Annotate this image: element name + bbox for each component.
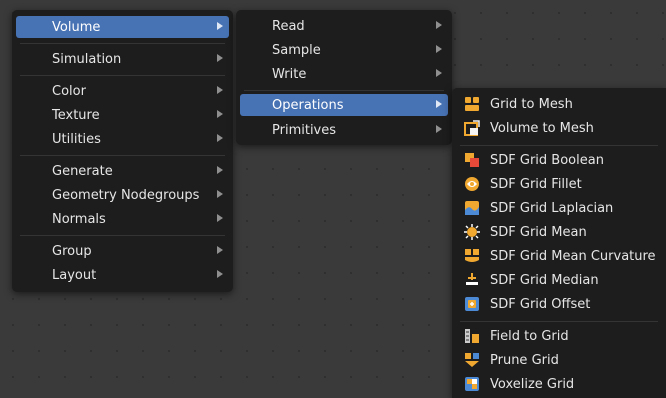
menu-item-sdf-grid-fillet[interactable]: SDF Grid Fillet xyxy=(456,173,662,195)
submenu-arrow-icon xyxy=(436,125,442,133)
submenu-arrow-icon xyxy=(436,69,442,77)
submenu-arrow-icon xyxy=(217,22,223,30)
menu-item-utilities[interactable]: Utilities xyxy=(16,128,229,150)
menu-item-sdf-grid-laplacian[interactable]: SDF Grid Laplacian xyxy=(456,197,662,219)
boolean-icon xyxy=(464,152,480,168)
fillet-icon xyxy=(464,176,480,192)
menu-item-sdf-grid-boolean[interactable]: SDF Grid Boolean xyxy=(456,149,662,171)
menu-item-read[interactable]: Read xyxy=(240,15,448,37)
menu-item-label: Texture xyxy=(52,107,100,123)
menu-separator xyxy=(20,43,225,44)
menu-separator xyxy=(20,155,225,156)
menu-item-write[interactable]: Write xyxy=(240,63,448,85)
submenu-arrow-icon xyxy=(217,246,223,254)
menu-item-label: Geometry Nodegroups xyxy=(52,187,200,203)
menu-item-field-to-grid[interactable]: Field to Grid xyxy=(456,325,662,347)
submenu-arrow-icon xyxy=(436,21,442,29)
mean-icon xyxy=(464,224,480,240)
menu-item-volume[interactable]: Volume xyxy=(16,16,229,38)
menu-separator xyxy=(460,321,658,322)
menu-item-label: Volume to Mesh xyxy=(490,120,594,136)
voxelize-icon xyxy=(464,376,480,392)
add-menu: Volume Simulation Color Texture Utilitie… xyxy=(12,10,233,292)
menu-item-sample[interactable]: Sample xyxy=(240,39,448,61)
menu-item-label: Generate xyxy=(52,163,113,179)
menu-item-label: Normals xyxy=(52,211,106,227)
menu-item-label: Read xyxy=(272,18,305,34)
submenu-arrow-icon xyxy=(217,134,223,142)
menu-item-label: Prune Grid xyxy=(490,352,559,368)
menu-item-label: SDF Grid Median xyxy=(490,272,599,288)
laplacian-icon xyxy=(464,200,480,216)
menu-item-sdf-grid-mean-curvature[interactable]: SDF Grid Mean Curvature xyxy=(456,245,662,267)
field-to-grid-icon xyxy=(464,328,480,344)
menu-item-primitives[interactable]: Primitives xyxy=(240,119,448,141)
submenu-arrow-icon xyxy=(217,214,223,222)
menu-item-label: Sample xyxy=(272,42,321,58)
menu-item-label: SDF Grid Offset xyxy=(490,296,591,312)
menu-item-label: Grid to Mesh xyxy=(490,96,573,112)
menu-item-texture[interactable]: Texture xyxy=(16,104,229,126)
submenu-arrow-icon xyxy=(217,270,223,278)
menu-item-label: Utilities xyxy=(52,131,101,147)
submenu-arrow-icon xyxy=(217,166,223,174)
menu-item-label: Voxelize Grid xyxy=(490,376,575,392)
menu-separator xyxy=(20,75,225,76)
menu-item-color[interactable]: Color xyxy=(16,80,229,102)
menu-item-label: SDF Grid Mean xyxy=(490,224,587,240)
menu-item-layout[interactable]: Layout xyxy=(16,264,229,286)
submenu-arrow-icon xyxy=(436,45,442,53)
menu-item-operations[interactable]: Operations xyxy=(240,94,448,116)
menu-separator xyxy=(20,235,225,236)
menu-item-label: Write xyxy=(272,66,307,82)
menu-item-label: Primitives xyxy=(272,122,337,138)
menu-separator xyxy=(460,145,658,146)
menu-item-grid-to-mesh[interactable]: Grid to Mesh xyxy=(456,93,662,115)
submenu-arrow-icon xyxy=(217,190,223,198)
menu-item-sdf-grid-median[interactable]: SDF Grid Median xyxy=(456,269,662,291)
submenu-arrow-icon xyxy=(217,54,223,62)
menu-item-geometry-nodegroups[interactable]: Geometry Nodegroups xyxy=(16,184,229,206)
menu-item-label: SDF Grid Fillet xyxy=(490,176,582,192)
menu-item-group[interactable]: Group xyxy=(16,240,229,262)
menu-item-sdf-grid-offset[interactable]: SDF Grid Offset xyxy=(456,293,662,315)
menu-item-simulation[interactable]: Simulation xyxy=(16,48,229,70)
median-icon xyxy=(464,272,480,288)
menu-item-label: SDF Grid Boolean xyxy=(490,152,604,168)
mean-curvature-icon xyxy=(464,248,480,264)
menu-item-volume-to-mesh[interactable]: Volume to Mesh xyxy=(456,117,662,139)
menu-item-label: Color xyxy=(52,83,86,99)
node-icon xyxy=(464,96,480,112)
menu-item-label: Simulation xyxy=(52,51,122,67)
menu-item-prune-grid[interactable]: Prune Grid xyxy=(456,349,662,371)
menu-item-label: Group xyxy=(52,243,92,259)
menu-item-voxelize-grid[interactable]: Voxelize Grid xyxy=(456,373,662,395)
menu-item-label: Operations xyxy=(272,97,344,113)
submenu-arrow-icon xyxy=(436,100,442,108)
menu-item-normals[interactable]: Normals xyxy=(16,208,229,230)
menu-item-label: SDF Grid Laplacian xyxy=(490,200,614,216)
menu-item-sdf-grid-mean[interactable]: SDF Grid Mean xyxy=(456,221,662,243)
submenu-arrow-icon xyxy=(217,110,223,118)
menu-item-label: SDF Grid Mean Curvature xyxy=(490,248,656,264)
menu-item-generate[interactable]: Generate xyxy=(16,160,229,182)
operations-submenu: Grid to Mesh Volume to Mesh SDF Grid Boo… xyxy=(452,88,666,398)
menu-item-label: Volume xyxy=(52,19,101,35)
volume-to-mesh-icon xyxy=(464,120,480,136)
submenu-arrow-icon xyxy=(217,86,223,94)
menu-item-label: Field to Grid xyxy=(490,328,569,344)
menu-separator xyxy=(244,90,444,91)
menu-item-label: Layout xyxy=(52,267,97,283)
volume-submenu: Read Sample Write Operations Primitives xyxy=(236,10,452,145)
prune-icon xyxy=(464,352,480,368)
offset-icon xyxy=(464,296,480,312)
